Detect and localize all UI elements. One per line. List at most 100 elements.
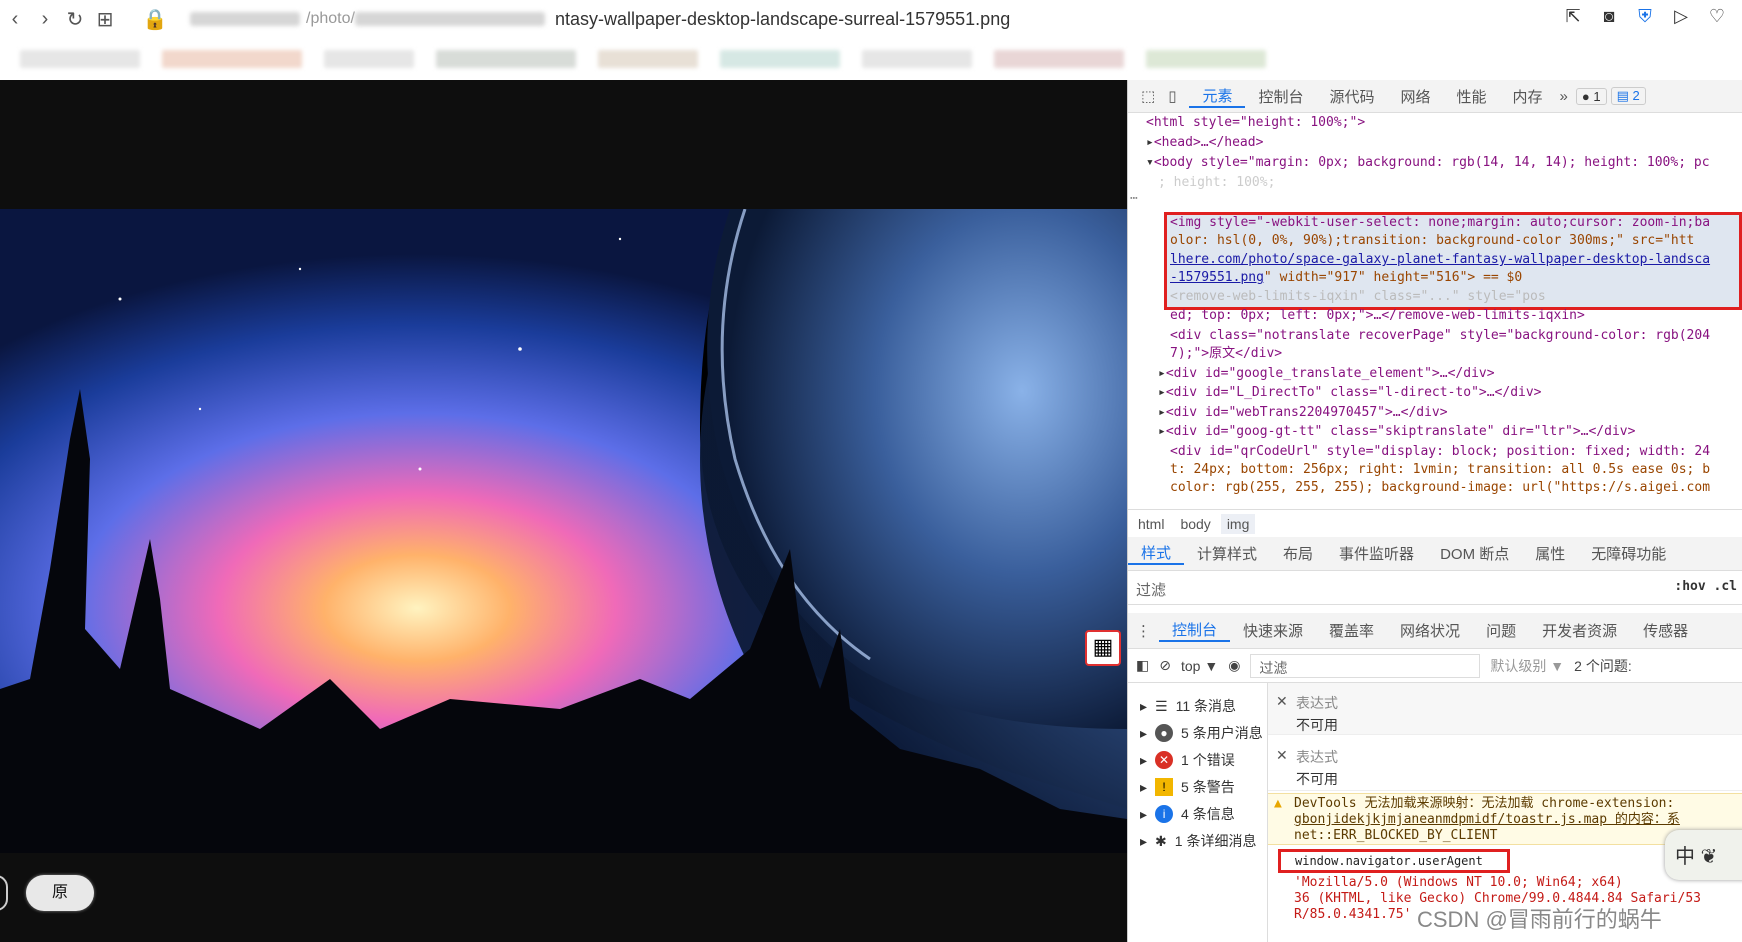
tab-styles[interactable]: 样式 <box>1128 542 1185 565</box>
dom-img-src-link-end[interactable]: -1579551.png <box>1170 270 1264 285</box>
dom-ldir-line[interactable]: ▸<div id="L_DirectTo" class="l-direct-to… <box>1128 383 1742 403</box>
bookmark-item[interactable] <box>436 50 576 68</box>
url-redacted-2 <box>354 12 545 26</box>
log-levels-select[interactable]: 默认级别 ▼ <box>1490 656 1564 676</box>
tab-performance[interactable]: 性能 <box>1444 86 1500 107</box>
sidebar-label: 4 条信息 <box>1181 806 1235 822</box>
more-tabs-button[interactable]: » <box>1556 88 1572 105</box>
inspect-icon[interactable]: ⬚ <box>1128 87 1168 105</box>
drawer-tab-coverage[interactable]: 覆盖率 <box>1316 620 1387 641</box>
watch-expression-1[interactable]: ✕ 表达式 不可用 <box>1268 683 1742 735</box>
error-count-badge[interactable]: ● 1 <box>1575 87 1607 105</box>
collapse-arrow-icon[interactable]: ▾ <box>1146 155 1154 170</box>
bookmark-item[interactable] <box>862 50 972 68</box>
console-input-command[interactable]: window.navigator.userAgent <box>1278 849 1510 873</box>
sidebar-item-info[interactable]: ▸ i4 条信息 <box>1128 801 1268 827</box>
tab-elements[interactable]: 元素 <box>1189 85 1246 108</box>
tab-properties[interactable]: 属性 <box>1522 543 1578 564</box>
tab-layout[interactable]: 布局 <box>1270 543 1326 564</box>
drawer-tab-issues[interactable]: 问题 <box>1473 620 1529 641</box>
bookmark-item[interactable] <box>1146 50 1266 68</box>
share-icon[interactable]: ⇱ <box>1562 6 1584 27</box>
breadcrumb-img[interactable]: img <box>1220 513 1256 534</box>
elements-dom-tree: <html style="height: 100%;"> ▸<head>…</h… <box>1128 113 1742 509</box>
sidebar-toggle-icon[interactable]: ◧ <box>1136 657 1149 674</box>
dom-img-text1: <img style="-webkit-user-select: none;ma… <box>1170 215 1711 230</box>
tab-event-listeners[interactable]: 事件监听器 <box>1326 543 1427 564</box>
devtools-panel: ⬚ ▯ 元素 控制台 源代码 网络 性能 内存 » ● 1 ▤ 2 <html … <box>1127 80 1742 942</box>
qr-code-button[interactable]: ▦ <box>1085 630 1121 666</box>
dom-ldir: <div id="L_DirectTo" class="l-direct-to"… <box>1165 385 1542 400</box>
drawer-tab-sensors[interactable]: 传感器 <box>1630 620 1701 641</box>
breadcrumb-body[interactable]: body <box>1174 514 1216 534</box>
dom-img-line1: <img style="-webkit-user-select: none;ma… <box>1128 213 1742 233</box>
bookmark-item[interactable] <box>720 50 840 68</box>
ime-indicator[interactable]: 中 ❦ <box>1665 830 1742 880</box>
apps-grid-icon[interactable]: ⊞ <box>90 7 120 32</box>
send-icon[interactable]: ▷ <box>1670 6 1692 27</box>
bookmark-item[interactable] <box>20 50 140 68</box>
expand-arrow-icon[interactable]: ▸ <box>1146 135 1154 150</box>
dom-img-src-link[interactable]: lhere.com/photo/space-galaxy-planet-fant… <box>1170 252 1710 267</box>
back-icon[interactable]: ‹ <box>0 8 30 31</box>
message-count-badge[interactable]: ▤ 2 <box>1610 87 1646 105</box>
drawer-tab-quick-source[interactable]: 快速来源 <box>1230 620 1316 641</box>
address-bar-url[interactable]: ntasy-wallpaper-desktop-landscape-surrea… <box>555 9 1010 30</box>
issues-button[interactable]: 2 个问题: <box>1574 656 1632 676</box>
forward-icon[interactable]: › <box>30 8 60 31</box>
message-count: 2 <box>1632 88 1640 103</box>
original-text-button[interactable]: 原 <box>26 875 94 911</box>
hov-cls-toggle[interactable]: :hov .cl <box>1674 579 1737 594</box>
dom-qr-text1: <div id="qrCodeUrl" style="display: bloc… <box>1170 444 1711 459</box>
shield-icon[interactable]: ⛨ <box>1634 6 1656 27</box>
breadcrumb-html[interactable]: html <box>1132 514 1170 534</box>
dom-html-line[interactable]: <html style="height: 100%;"> <box>1128 113 1742 133</box>
eye-icon[interactable]: ◉ <box>1228 657 1240 674</box>
bookmark-item[interactable] <box>162 50 302 68</box>
drawer-tab-network-conditions[interactable]: 网络状况 <box>1387 620 1473 641</box>
expression-value: 不可用 <box>1296 717 1338 733</box>
console-filter-input[interactable]: 过滤 <box>1250 653 1481 678</box>
tab-computed[interactable]: 计算样式 <box>1184 543 1270 564</box>
bookmark-item[interactable] <box>324 50 414 68</box>
left-edge-button[interactable] <box>0 875 8 911</box>
sidebar-item-verbose[interactable]: ▸ ✱ 1 条详细消息 <box>1128 828 1268 854</box>
dom-webtrans-line[interactable]: ▸<div id="webTrans2204970457">…</div> <box>1128 403 1742 423</box>
drawer-tab-console[interactable]: 控制台 <box>1159 619 1231 642</box>
tab-dom-breakpoints[interactable]: DOM 断点 <box>1427 543 1522 564</box>
drawer-tab-dev-resources[interactable]: 开发者资源 <box>1529 620 1630 641</box>
tab-network[interactable]: 网络 <box>1388 86 1444 107</box>
tab-accessibility[interactable]: 无障碍功能 <box>1578 543 1679 564</box>
dom-gte-line[interactable]: ▸<div id="google_translate_element">…</d… <box>1128 364 1742 384</box>
context-select[interactable]: top ▼ <box>1181 658 1218 674</box>
drawer-menu-icon[interactable]: ⋮ <box>1128 622 1159 640</box>
sidebar-item-messages[interactable]: ▸ ☰ 11 条消息 <box>1128 693 1268 719</box>
tab-sources[interactable]: 源代码 <box>1316 86 1387 107</box>
url-redacted <box>190 12 300 26</box>
devtools-main-tabs: ⬚ ▯ 元素 控制台 源代码 网络 性能 内存 » ● 1 ▤ 2 <box>1128 80 1742 113</box>
sidebar-item-errors[interactable]: ▸ ✕ 1 个错误 <box>1128 747 1268 773</box>
remove-expression-icon[interactable]: ✕ <box>1276 693 1288 710</box>
sidebar-item-user-messages[interactable]: ▸ ● 5 条用户消息 <box>1128 720 1268 746</box>
device-toggle-icon[interactable]: ▯ <box>1168 87 1189 105</box>
dom-head-line[interactable]: ▸<head>…</head> <box>1128 133 1742 153</box>
tab-console[interactable]: 控制台 <box>1245 86 1316 107</box>
dom-goog-line[interactable]: ▸<div id="goog-gt-tt" class="skiptransla… <box>1128 422 1742 442</box>
camera-icon[interactable]: ◙ <box>1598 6 1620 27</box>
tab-memory[interactable]: 内存 <box>1500 86 1556 107</box>
sidebar-item-warnings[interactable]: ▸ ! 5 条警告 <box>1128 774 1268 800</box>
node-menu-icon[interactable]: ⋯ <box>1130 189 1742 209</box>
bookmark-item[interactable] <box>994 50 1124 68</box>
dom-body-line[interactable]: ▾<body style="margin: 0px; background: r… <box>1128 153 1742 173</box>
reload-icon[interactable]: ↻ <box>60 7 90 32</box>
toolbar-right-icons: ⇱ ◙ ⛨ ▷ ♡ <box>1562 6 1728 27</box>
remove-expression-icon[interactable]: ✕ <box>1276 747 1288 764</box>
styles-filter-input[interactable]: 过滤 :hov .cl <box>1128 571 1742 605</box>
clear-console-icon[interactable]: ⊘ <box>1159 657 1171 674</box>
watch-expression-2[interactable]: ✕ 表达式 不可用 <box>1268 735 1742 791</box>
wallpaper-image[interactable] <box>0 209 1127 853</box>
heart-icon[interactable]: ♡ <box>1706 6 1728 27</box>
expression-label: 表达式 <box>1296 695 1338 711</box>
bookmark-item[interactable] <box>598 50 698 68</box>
warning-line-2[interactable]: gbonjidekjkjmjaneanmdpmidf/toastr.js.map… <box>1294 812 1737 828</box>
